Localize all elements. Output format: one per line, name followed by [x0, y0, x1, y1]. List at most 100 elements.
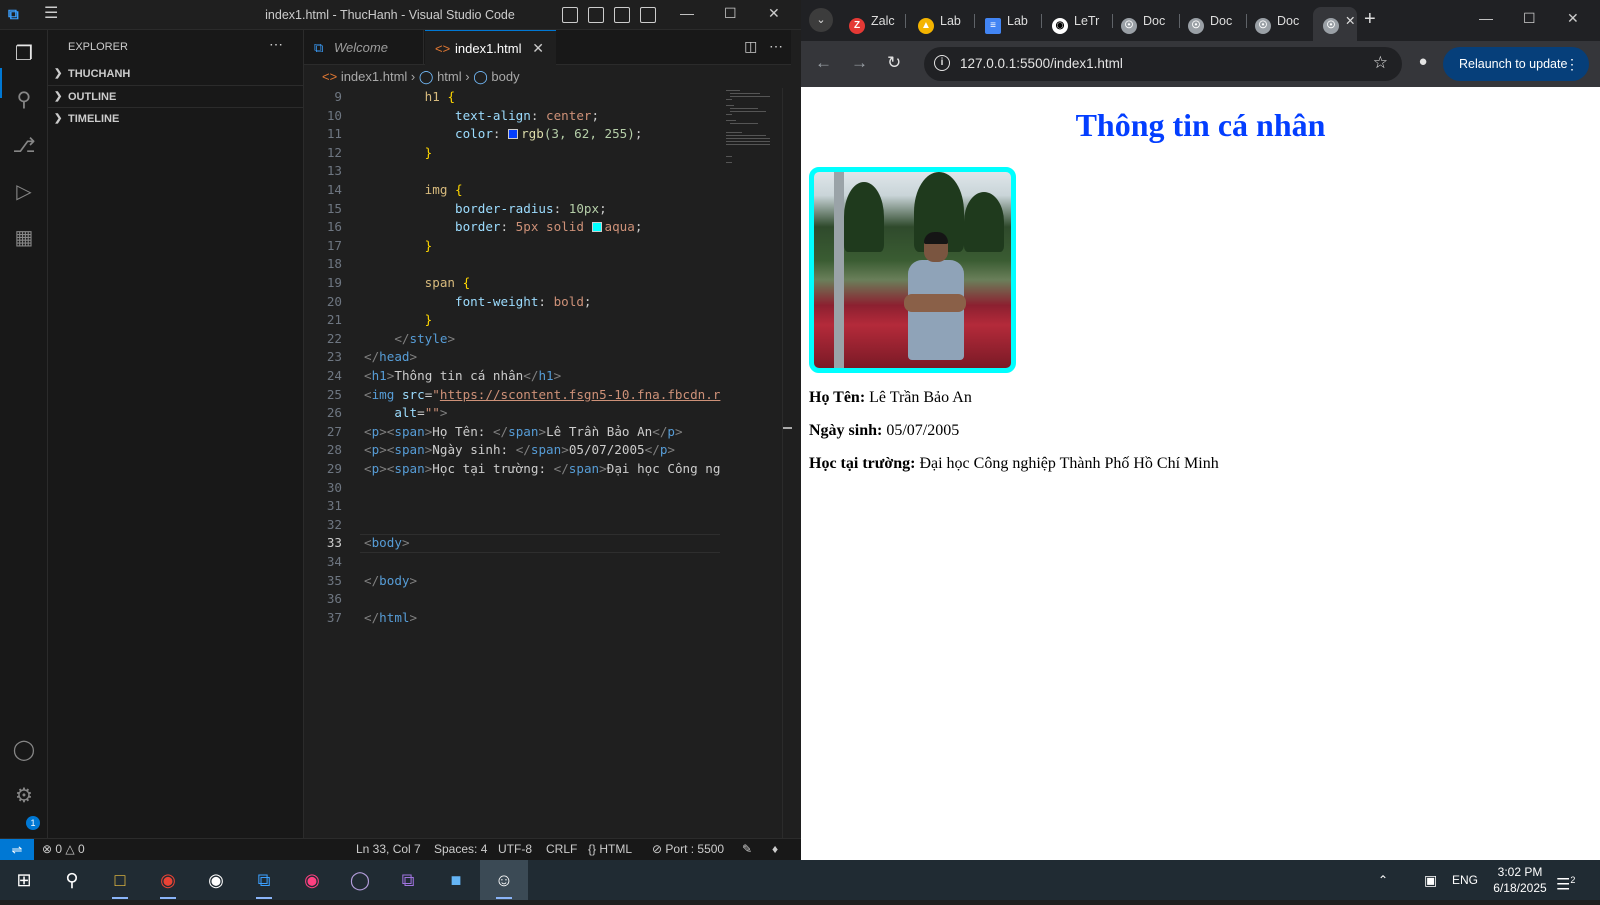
customize-layout-icon[interactable] [640, 7, 656, 23]
explorer-icon[interactable]: ❐ [10, 40, 38, 68]
code-line: 17 } [304, 237, 724, 256]
more-actions-icon[interactable]: ⋯ [269, 36, 283, 53]
run-debug-icon[interactable]: ▷ [10, 178, 38, 206]
show-hidden-icons-icon[interactable]: ⌃ [1378, 860, 1388, 900]
new-tab-icon[interactable]: + [1364, 8, 1376, 31]
section-thuchanh[interactable]: ❯ THUCHANH [48, 63, 304, 85]
source-control-icon[interactable]: ⎇ [10, 132, 38, 160]
line-number: 24 [326, 368, 342, 383]
code-editor[interactable]: 9 h1 { 10 text-align: center; 11 color: … [304, 88, 724, 628]
forward-icon[interactable]: → [851, 53, 868, 73]
arms-shape [904, 294, 966, 312]
browser-tab[interactable]: ◉ LeTr [1052, 7, 1108, 35]
search-icon[interactable]: ⚲ [10, 86, 38, 114]
line-number: 23 [326, 349, 342, 365]
feedback-icon[interactable]: ✎ [742, 839, 752, 860]
breadcrumb-item[interactable]: index1.html [341, 69, 407, 84]
close-window-icon[interactable]: ✕ [1567, 10, 1579, 27]
indentation[interactable]: Spaces: 4 [434, 839, 487, 860]
section-outline[interactable]: ❯ OUTLINE [48, 85, 304, 107]
toggle-secondary-sidebar-icon[interactable] [614, 7, 630, 23]
file-explorer-icon[interactable]: □ [96, 860, 144, 900]
minimize-icon[interactable]: — [1479, 10, 1493, 26]
search-icon[interactable]: ⚲ [48, 860, 96, 900]
code-line: 25 <img src="https://scontent.fsgn5-10.fn… [304, 386, 724, 405]
live-server-port[interactable]: ⊘ Port : 5500 [652, 839, 724, 860]
color-swatch[interactable] [508, 129, 519, 140]
close-window-icon[interactable]: ✕ [768, 5, 780, 22]
end-of-line[interactable]: CRLF [546, 839, 577, 860]
toggle-primary-sidebar-icon[interactable] [562, 7, 578, 23]
notification-center-icon[interactable]: ☰2 [1556, 860, 1575, 900]
settings-gear-icon[interactable]: ⚙ [10, 782, 38, 810]
profile-photo [809, 167, 1016, 373]
browser-tab-active[interactable]: ☉ ✕ [1313, 7, 1357, 41]
close-tab-icon[interactable]: ✕ [532, 31, 544, 66]
back-icon[interactable]: ← [815, 53, 832, 73]
editor-scrollbar[interactable] [782, 88, 792, 838]
active-indicator [0, 68, 2, 98]
breadcrumb-item[interactable]: body [491, 69, 519, 84]
line-number: 22 [326, 330, 342, 346]
hair-shape [924, 232, 948, 244]
toggle-panel-icon[interactable] [588, 7, 604, 23]
hamburger-menu-icon[interactable]: ☰ [44, 6, 62, 23]
remote-indicator-icon[interactable]: ⇌ [0, 839, 34, 860]
minimize-icon[interactable]: — [680, 5, 694, 21]
accounts-icon[interactable]: ◯ [10, 736, 38, 764]
app-icon[interactable]: ◉ [288, 860, 336, 900]
photos-icon[interactable]: ☺ [480, 860, 528, 900]
eclipse-icon[interactable]: ◯ [336, 860, 384, 900]
site-info-icon[interactable]: i [934, 55, 950, 71]
close-tab-icon[interactable]: ✕ [1345, 14, 1355, 28]
url-text[interactable]: 127.0.0.1:5500/index1.html [960, 56, 1123, 71]
code-line: 32 [304, 516, 724, 535]
section-label: TIMELINE [68, 113, 120, 125]
drive-icon: ▲ [918, 18, 934, 34]
tab-index1-html[interactable]: <> index1.html ✕ [425, 30, 556, 65]
profile-icon[interactable]: ● [1412, 53, 1434, 75]
section-timeline[interactable]: ❯ TIMELINE [48, 107, 304, 129]
language-mode[interactable]: {} HTML [588, 839, 632, 860]
encoding[interactable]: UTF-8 [498, 839, 532, 860]
tab-welcome[interactable]: ⧉ Welcome [304, 30, 424, 65]
cursor-position[interactable]: Ln 33, Col 7 [356, 839, 421, 860]
problems-indicator[interactable]: ⊗ 0 △ 0 [42, 839, 85, 860]
browser-tab[interactable]: ▲ Lab [918, 7, 970, 35]
notifications-bell-icon[interactable]: ♦ [772, 839, 778, 860]
code-line: 27 <p><span>Họ Tên: </span>Lê Trần Bảo An… [304, 423, 724, 442]
bookmark-star-icon[interactable]: ☆ [1373, 53, 1388, 73]
more-vert-icon[interactable]: ⋮ [1565, 47, 1579, 81]
app-icon[interactable]: ◉ [192, 860, 240, 900]
browser-tab[interactable]: Z Zalc [849, 7, 901, 35]
app-icon[interactable]: ■ [432, 860, 480, 900]
tree-shape [964, 192, 1004, 252]
chevron-right-icon: ❯ [54, 68, 63, 79]
line-text: <h1>Thông tin cá nhân</h1> [364, 368, 562, 383]
code-line: 30 [304, 479, 724, 498]
minimap[interactable] [724, 88, 782, 168]
breadcrumb-item[interactable]: html [437, 69, 462, 84]
color-swatch[interactable] [591, 222, 602, 233]
split-editor-icon[interactable]: ◫ [744, 38, 757, 54]
vscode-icon[interactable]: ⧉ [240, 860, 288, 900]
browser-tab[interactable]: ☉ Doc [1255, 7, 1309, 35]
tab-search-dropdown-icon[interactable]: ⌄ [809, 8, 833, 32]
visual-studio-icon[interactable]: ⧉ [384, 860, 432, 900]
browser-tab[interactable]: ≡ Lab [985, 7, 1037, 35]
language-indicator[interactable]: ENG [1452, 860, 1478, 900]
more-actions-icon[interactable]: ⋯ [769, 38, 783, 54]
address-bar[interactable]: i 127.0.0.1:5500/index1.html ☆ [924, 47, 1402, 81]
relaunch-button[interactable]: Relaunch to update ⋮ [1443, 47, 1589, 81]
browser-tab[interactable]: ☉ Doc [1121, 7, 1175, 35]
browser-tab[interactable]: ☉ Doc [1188, 7, 1242, 35]
network-icon[interactable]: ▣ [1424, 860, 1437, 900]
extensions-icon[interactable]: ▦ [10, 224, 38, 252]
maximize-icon[interactable]: ☐ [724, 5, 737, 22]
reload-icon[interactable]: ↻ [887, 53, 901, 73]
windows-start-icon[interactable]: ⊞ [0, 860, 48, 900]
clock[interactable]: 3:02 PM 6/18/2025 [1480, 864, 1560, 896]
line-number: 36 [326, 591, 342, 607]
maximize-icon[interactable]: ☐ [1523, 10, 1536, 27]
chrome-icon[interactable]: ◉ [144, 860, 192, 900]
